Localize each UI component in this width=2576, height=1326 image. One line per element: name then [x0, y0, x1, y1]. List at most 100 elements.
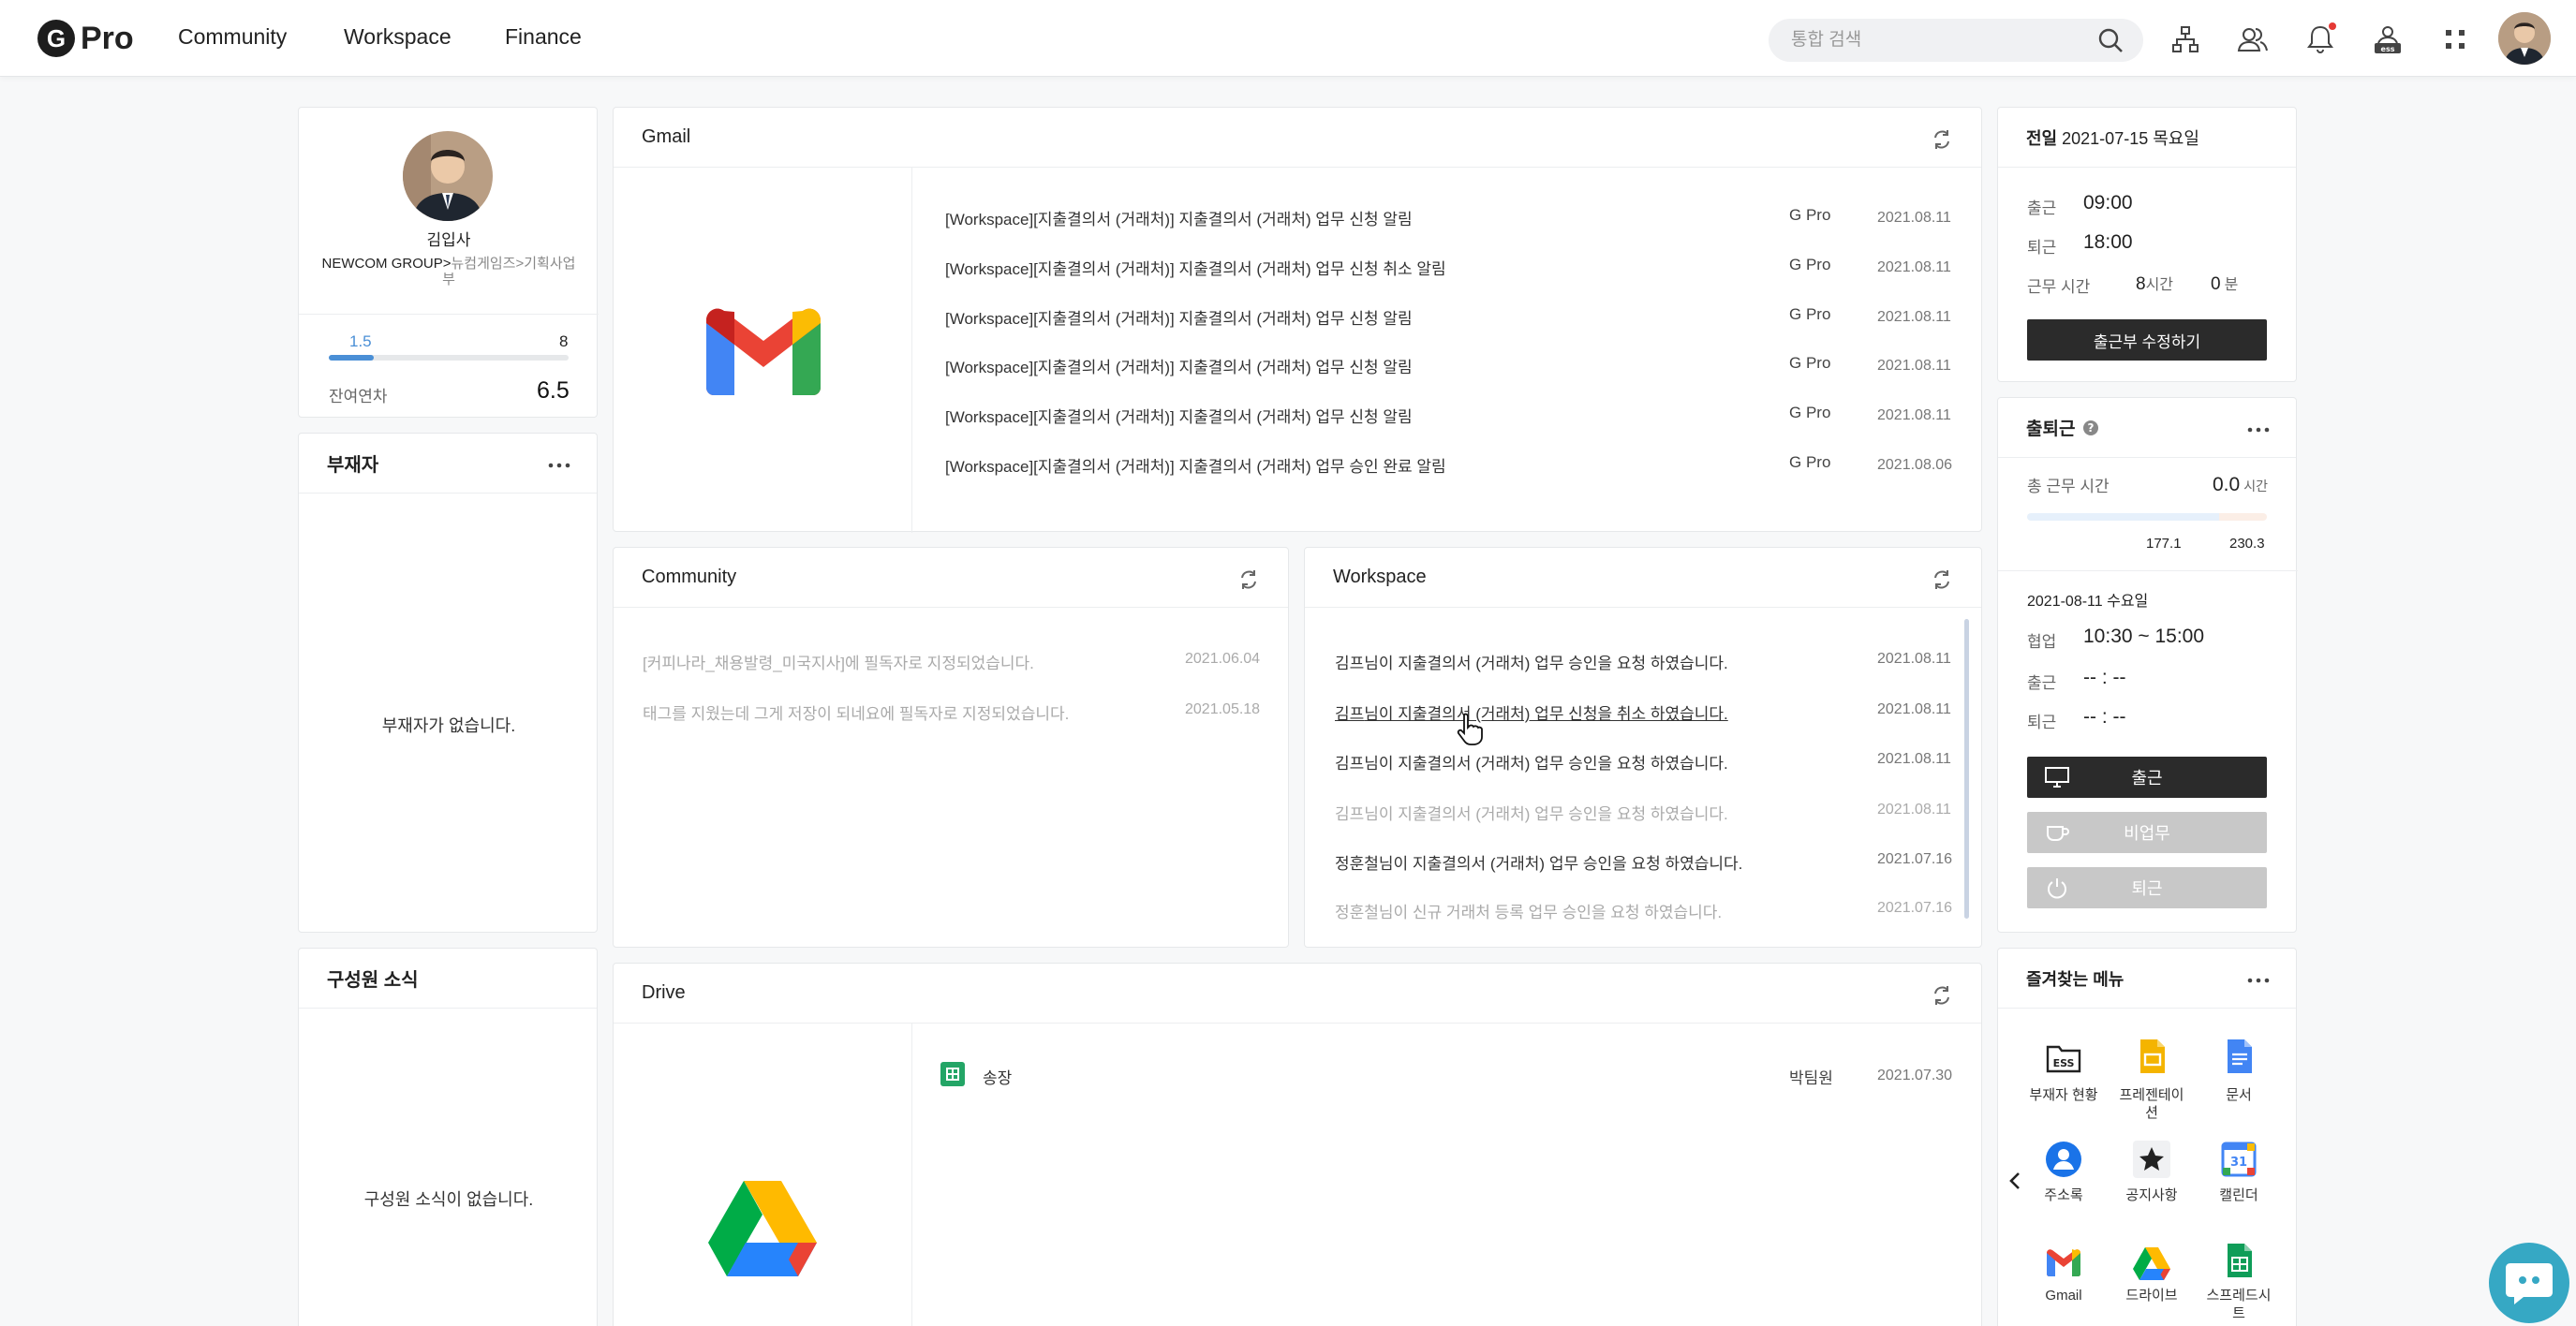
drive-title: Drive: [614, 964, 1981, 1024]
gmail-date: 2021.08.11: [1877, 309, 1951, 325]
people-icon[interactable]: [2236, 22, 2270, 56]
drive-icon[interactable]: [2133, 1245, 2170, 1283]
chat-button[interactable]: [2489, 1243, 2569, 1323]
absentee-card: 부재자 부재자가 없습니다.: [298, 433, 598, 933]
fav-label[interactable]: 주소록: [2017, 1186, 2110, 1204]
more-icon[interactable]: [2247, 978, 2270, 983]
workspace-item[interactable]: 김프님이 지출결의서 (거래처) 업무 승인을 요청 하였습니다.: [1335, 650, 1728, 673]
edit-attendance-button[interactable]: 출근부 수정하기: [2027, 319, 2267, 361]
gmail-subject[interactable]: [Workspace][지출결의서 (거래처)] 지출결의서 (거래처) 업무 …: [945, 354, 1413, 377]
workspace-item[interactable]: 정훈철님이 지출결의서 (거래처) 업무 승인을 요청 하였습니다.: [1335, 850, 1742, 874]
gmail-sender: G Pro: [1789, 354, 1831, 372]
gmail-subject[interactable]: [Workspace][지출결의서 (거래처)] 지출결의서 (거래처) 업무 …: [945, 404, 1413, 427]
scrollbar[interactable]: [1964, 619, 1969, 919]
prevday-title: 전일 2021-07-15 목요일: [1998, 108, 2296, 168]
fav-label-line2: 션: [2145, 1105, 2158, 1121]
search-icon[interactable]: [2096, 26, 2124, 54]
gmail-subject[interactable]: [Workspace][지출결의서 (거래처)] 지출결의서 (거래처) 업무 …: [945, 453, 1446, 477]
sheets-icon[interactable]: [2220, 1242, 2258, 1279]
refresh-icon[interactable]: [1931, 568, 1953, 591]
community-card: Community: [613, 547, 1289, 948]
hours-unit: 시간: [2145, 277, 2174, 293]
workspace-item[interactable]: 김프님이 지출결의서 (거래처) 업무 승인을 요청 하였습니다.: [1335, 750, 1728, 774]
workspace-item[interactable]: 김프님이 지출결의서 (거래처) 업무 승인을 요청 하였습니다.: [1335, 801, 1728, 824]
svg-text:ess: ess: [2381, 45, 2395, 53]
collab-value: 10:30 ~ 15:00: [2083, 626, 2205, 647]
divider: [299, 314, 599, 315]
community-item[interactable]: [커피나라_채용발령_미국지사]에 필독자로 지정되었습니다.: [643, 650, 1034, 673]
contacts-icon[interactable]: [2045, 1141, 2082, 1178]
logo[interactable]: G Pro: [37, 19, 134, 58]
profile-org: NEWCOM GROUP>뉴컴게임즈>기획사업 부: [299, 256, 599, 287]
clock-in-value: -- : --: [2083, 667, 2126, 688]
mins-value: 0분: [2211, 272, 2238, 295]
prevday-date: 2021-07-15 목요일: [2062, 128, 2199, 148]
workspace-item-text: 님이 지출결의서 (거래처) 업무 승인을 요청 하였습니다.: [1364, 655, 1728, 672]
apps-grid-icon[interactable]: [2438, 22, 2472, 56]
hours-num: 8: [2136, 274, 2146, 294]
workspace-item[interactable]: 정훈철님이 신규 거래처 등록 업무 승인을 요청 하였습니다.: [1335, 899, 1722, 922]
member-news-title: 구성원 소식: [299, 949, 597, 1009]
refresh-icon[interactable]: [1931, 984, 1953, 1007]
clock-out-button[interactable]: 퇴근: [2027, 867, 2267, 908]
fav-label[interactable]: 문서: [2192, 1086, 2286, 1104]
ess-icon[interactable]: ESS: [2045, 1039, 2082, 1077]
profile-name: 김입사: [426, 231, 471, 249]
gmail-icon[interactable]: [2045, 1244, 2082, 1281]
drive-file-name[interactable]: 송장: [983, 1065, 1012, 1088]
fav-label[interactable]: 캘린더: [2192, 1186, 2286, 1204]
clock-in-label-text: 출근: [2131, 769, 2163, 788]
gmail-subject[interactable]: [Workspace][지출결의서 (거래처)] 지출결의서 (거래처) 업무 …: [945, 305, 1413, 329]
ess-icon[interactable]: ess: [2371, 22, 2405, 56]
clock-in-button[interactable]: 출근: [2027, 757, 2267, 798]
offwork-button[interactable]: 비업무: [2027, 812, 2267, 853]
community-item-date: 2021.05.18: [1185, 701, 1261, 717]
clock-out-label: 퇴근: [2027, 714, 2057, 731]
gmail-subject[interactable]: [Workspace][지출결의서 (거래처)] 지출결의서 (거래처) 업무 …: [945, 256, 1446, 279]
remaining-label: 잔여연차: [329, 388, 388, 405]
star-icon[interactable]: [2133, 1141, 2170, 1178]
search-input[interactable]: [1769, 19, 2143, 62]
gmail-sender: G Pro: [1789, 404, 1831, 421]
nav-workspace[interactable]: Workspace: [344, 24, 452, 50]
fav-label[interactable]: 부재자 현황: [2017, 1086, 2110, 1104]
community-item-date: 2021.06.04: [1185, 651, 1261, 667]
workspace-item-date: 2021.08.11: [1877, 802, 1951, 818]
fav-label[interactable]: 드라이브: [2105, 1287, 2198, 1304]
total-hours-value: 0.0 시간: [2213, 474, 2268, 496]
power-icon: [2048, 878, 2066, 899]
workspace-item[interactable]: 김프님이 지출결의서 (거래처) 업무 신청을 취소 하였습니다.: [1335, 700, 1728, 724]
gmail-date: 2021.08.11: [1877, 407, 1951, 423]
logo-text: Pro: [81, 20, 134, 56]
calendar-icon[interactable]: 31: [2220, 1141, 2258, 1178]
fav-label[interactable]: 스프레드시 트: [2192, 1287, 2286, 1322]
fav-label[interactable]: 공지사항: [2105, 1186, 2198, 1204]
gmail-date: 2021.08.11: [1877, 259, 1951, 275]
nav-finance[interactable]: Finance: [505, 24, 582, 50]
gmail-subject[interactable]: [Workspace][지출결의서 (거래처)] 지출결의서 (거래처) 업무 …: [945, 206, 1413, 229]
workspace-item-who: 정훈철: [1335, 855, 1379, 873]
user-avatar[interactable]: [2498, 12, 2551, 65]
svg-text:ESS: ESS: [2053, 1057, 2075, 1069]
nav-community[interactable]: Community: [178, 24, 287, 50]
top-bar: G Pro Community Workspace Finance ess: [0, 0, 2576, 77]
more-icon[interactable]: [2247, 427, 2270, 433]
workspace-item-date: 2021.08.11: [1877, 701, 1951, 717]
help-icon[interactable]: ?: [2082, 420, 2099, 436]
org-group: NEWCOM GROUP>: [321, 256, 452, 272]
refresh-icon[interactable]: [1237, 568, 1260, 591]
docs-icon[interactable]: [2220, 1038, 2258, 1075]
gmail-logo-icon: [706, 308, 821, 395]
fav-label[interactable]: 프레젠테이 션: [2105, 1086, 2198, 1122]
org-chart-icon[interactable]: [2169, 22, 2202, 56]
workspace-item-text: 님이 지출결의서 (거래처) 업무 승인을 요청 하였습니다.: [1364, 755, 1728, 773]
fav-label[interactable]: Gmail: [2017, 1287, 2110, 1304]
mins-num: 0: [2211, 274, 2221, 294]
member-news-card: 구성원 소식 구성원 소식이 없습니다.: [298, 948, 598, 1326]
slides-icon[interactable]: [2133, 1038, 2170, 1075]
clock-out-value: -- : --: [2083, 706, 2126, 728]
workspace-item-who: 김프: [1335, 655, 1365, 672]
refresh-icon[interactable]: [1931, 128, 1953, 151]
community-item[interactable]: 태그를 지웠는데 그게 저장이 되네요에 필독자로 지정되었습니다.: [643, 700, 1069, 724]
more-icon[interactable]: [548, 463, 570, 468]
